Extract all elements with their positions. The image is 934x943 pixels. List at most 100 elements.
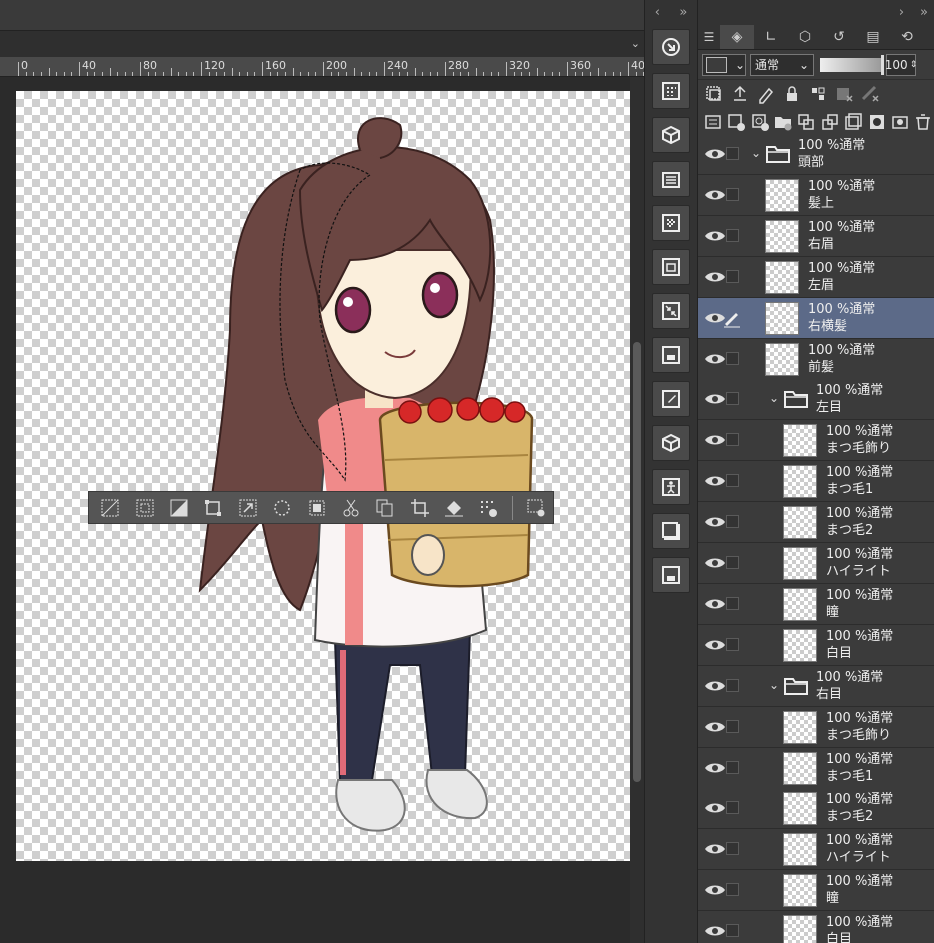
expand-arrow-icon[interactable]: ⌄ xyxy=(769,678,779,692)
layer-row[interactable]: 100 %通常 まつ毛2 xyxy=(698,788,934,830)
layer-folder-row[interactable]: ⌄ 100 %通常 右目 xyxy=(698,665,934,707)
copy-paste-icon[interactable] xyxy=(368,493,402,523)
reference-layer-icon[interactable] xyxy=(702,83,726,105)
eye-icon[interactable] xyxy=(704,760,726,776)
eye-icon[interactable] xyxy=(704,228,726,244)
expand-arrow-icon[interactable]: ⌄ xyxy=(769,391,779,405)
layer-row[interactable]: 100 %通常 まつ毛飾り xyxy=(698,706,934,748)
pose-button[interactable] xyxy=(652,469,690,505)
layer-check-box[interactable] xyxy=(726,474,739,488)
layer-check-box[interactable] xyxy=(726,433,739,447)
chevron-right-icon[interactable]: › xyxy=(899,5,904,20)
layer-check-box[interactable] xyxy=(726,719,739,733)
mask-disable-icon[interactable] xyxy=(832,83,856,105)
eye-icon[interactable] xyxy=(704,391,726,407)
layer-row[interactable]: 100 %通常 左眉 xyxy=(698,256,934,298)
lock-icon[interactable] xyxy=(780,83,804,105)
layer-row[interactable]: 100 %通常 白目 xyxy=(698,911,934,943)
tone-button[interactable] xyxy=(652,205,690,241)
layers-button[interactable] xyxy=(652,513,690,549)
eye-icon[interactable] xyxy=(704,637,726,653)
layer-check-box[interactable] xyxy=(726,392,739,406)
tab-history[interactable]: ↺ xyxy=(822,25,856,49)
scale-icon[interactable] xyxy=(231,493,265,523)
chevron-down-icon[interactable]: ⌄ xyxy=(631,37,640,50)
3d-box-button[interactable] xyxy=(652,425,690,461)
layer-check-box[interactable] xyxy=(726,842,739,856)
eye-icon[interactable] xyxy=(704,473,726,489)
double-chevron-right-icon[interactable]: » xyxy=(920,5,928,20)
scrollbar-thumb[interactable] xyxy=(633,342,641,782)
save-button[interactable] xyxy=(652,557,690,593)
layer-check-box[interactable] xyxy=(726,883,739,897)
layer-row[interactable]: 100 %通常 ハイライト xyxy=(698,543,934,584)
selection-settings-icon[interactable] xyxy=(519,493,553,523)
layer-row[interactable]: 100 %通常瞳 xyxy=(698,583,934,625)
panel-button[interactable] xyxy=(652,337,690,373)
layer-check-box[interactable] xyxy=(726,678,739,692)
new-folder-icon[interactable] xyxy=(772,111,793,133)
invert-selection-icon[interactable] xyxy=(127,493,161,523)
expand-selection-icon[interactable] xyxy=(265,493,299,523)
layer-color-select[interactable]: ⌄ xyxy=(702,53,746,76)
layer-row[interactable]: 100 %通常 右眉 xyxy=(698,215,934,257)
expand-arrow-icon[interactable]: ⌄ xyxy=(751,146,761,160)
layer-row[interactable]: 100 %通常 まつ毛飾り xyxy=(698,420,934,462)
layer-row[interactable]: 100 %通常 右横髪 xyxy=(698,297,934,339)
layer-mask-icon[interactable] xyxy=(866,111,887,133)
eye-icon[interactable] xyxy=(704,432,726,448)
layer-check-box[interactable] xyxy=(726,924,739,938)
eye-icon[interactable] xyxy=(704,269,726,285)
layer-row[interactable]: 100 %通常 まつ毛1 xyxy=(698,461,934,503)
panel-menu-icon[interactable]: ☰ xyxy=(698,25,720,49)
cut-icon[interactable] xyxy=(334,493,368,523)
lock-transparent-icon[interactable] xyxy=(806,83,830,105)
canvas-vertical-scrollbar[interactable] xyxy=(630,77,644,943)
layer-check-box[interactable] xyxy=(726,228,739,242)
eye-icon[interactable] xyxy=(704,923,726,939)
duplicate-layer-icon[interactable] xyxy=(842,111,863,133)
crop-icon[interactable] xyxy=(403,493,437,523)
trash-icon[interactable] xyxy=(913,111,934,133)
apply-mask-icon[interactable] xyxy=(889,111,910,133)
draft-layer-icon[interactable] xyxy=(754,83,778,105)
layer-check-box[interactable] xyxy=(726,269,739,283)
material-button[interactable] xyxy=(652,161,690,197)
eye-icon[interactable] xyxy=(704,841,726,857)
eye-icon[interactable] xyxy=(704,555,726,571)
layer-row[interactable]: 100 %通常 前髪 xyxy=(698,338,934,380)
eye-icon[interactable] xyxy=(704,351,726,367)
layer-check-box[interactable] xyxy=(726,515,739,529)
layer-check-box[interactable] xyxy=(726,187,739,201)
tab-property[interactable]: ∟ xyxy=(754,25,788,49)
layer-list[interactable]: ⌄ 100 %通常 頭部 100 %通常 髪上 100 %通常 右眉 100 %通常 左眉 100… xyxy=(698,134,934,943)
transform-icon[interactable] xyxy=(196,493,230,523)
edit-button[interactable] xyxy=(652,381,690,417)
frame-button[interactable] xyxy=(652,249,690,285)
shrink-selection-icon[interactable] xyxy=(299,493,333,523)
eye-icon[interactable] xyxy=(704,514,726,530)
layer-property-icon[interactable] xyxy=(702,111,723,133)
blend-mode-select[interactable]: 通常 ⌄ xyxy=(750,53,814,76)
tab-subtool[interactable]: ⬡ xyxy=(788,25,822,49)
layer-check-box[interactable] xyxy=(726,760,739,774)
fill-icon[interactable] xyxy=(437,493,471,523)
tab-animation[interactable]: ▤ xyxy=(856,25,890,49)
transfer-down-icon[interactable] xyxy=(796,111,817,133)
ruler-disable-icon[interactable] xyxy=(858,83,882,105)
layer-row[interactable]: 100 %通常 ハイライト xyxy=(698,829,934,871)
select-all-icon[interactable] xyxy=(162,493,196,523)
double-chevron-right-icon[interactable]: » xyxy=(679,5,687,20)
layer-check-box[interactable] xyxy=(726,801,739,815)
new-raster-layer-icon[interactable] xyxy=(725,111,746,133)
opacity-value[interactable]: 100 ⇕ xyxy=(885,53,917,76)
layer-row[interactable]: 100 %通常 まつ毛1 xyxy=(698,747,934,789)
navigator-button[interactable] xyxy=(652,29,690,65)
tab-navigator[interactable]: ⟲ xyxy=(890,25,924,49)
deselect-icon[interactable] xyxy=(93,493,127,523)
layer-check-box[interactable] xyxy=(726,147,739,160)
layer-check-box[interactable] xyxy=(726,351,739,365)
layer-check-box[interactable] xyxy=(726,556,739,569)
clip-layer-icon[interactable] xyxy=(728,83,752,105)
3d-object-button[interactable] xyxy=(652,117,690,153)
